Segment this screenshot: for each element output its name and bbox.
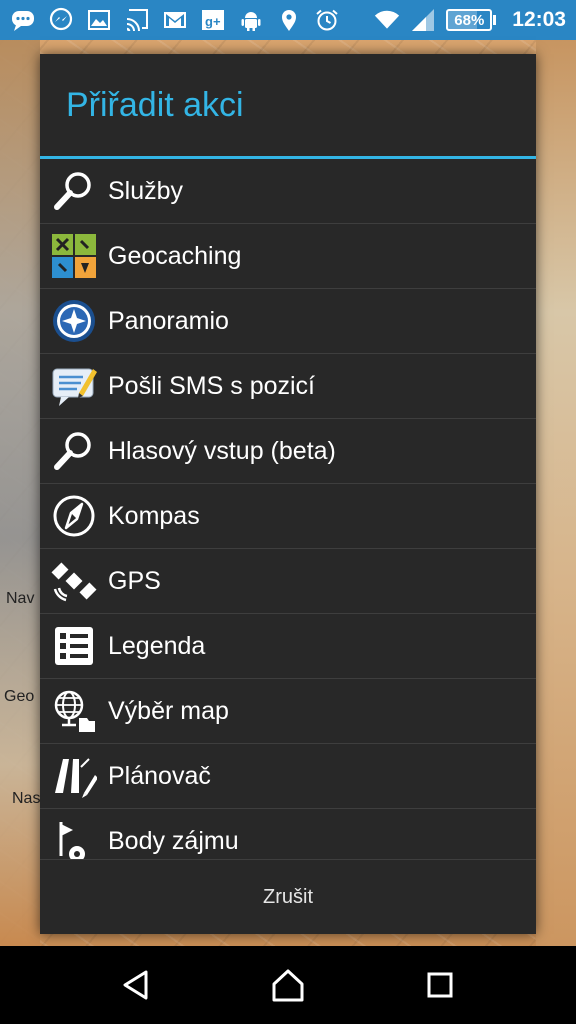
location-pin-icon [276, 7, 302, 33]
messenger-icon [48, 7, 74, 33]
list-item-label: Body zájmu [108, 826, 239, 855]
satellite-icon [40, 549, 108, 614]
navigation-bar [0, 946, 576, 1024]
geocaching-icon [40, 224, 108, 289]
search-icon [40, 159, 108, 224]
sms-icon [40, 354, 108, 419]
list-item-label: Pošli SMS s pozicí [108, 371, 316, 400]
recents-icon [427, 972, 453, 998]
list-item-legenda[interactable]: Legenda [40, 614, 536, 679]
list-item-label: Kompas [108, 501, 200, 530]
list-item-voice-input[interactable]: Hlasový vstup (beta) [40, 419, 536, 484]
battery-percent: 68% [454, 11, 485, 29]
map-label: Geo [4, 688, 35, 705]
battery-tip [493, 15, 497, 25]
list-item-gps[interactable]: GPS [40, 549, 536, 614]
signal-icon [410, 7, 436, 33]
list-item-label: Hlasový vstup (beta) [108, 436, 336, 465]
legend-list-icon [40, 614, 108, 679]
image-icon [86, 7, 112, 33]
list-item-label: Geocaching [108, 241, 242, 270]
globe-icon [40, 679, 108, 744]
list-item-map-selection[interactable]: Výběr map [40, 679, 536, 744]
dialog-title: Přiřadit akci [66, 85, 244, 124]
poi-icon [40, 809, 108, 859]
list-item-planner[interactable]: Plánovač [40, 744, 536, 809]
map-left-edge [0, 40, 40, 946]
list-item-label: Plánovač [108, 761, 211, 790]
list-item-geocaching[interactable]: Geocaching [40, 224, 536, 289]
recents-button[interactable] [410, 955, 470, 1015]
list-item-sms[interactable]: Pošli SMS s pozicí [40, 354, 536, 419]
list-item-label: Panoramio [108, 306, 229, 335]
google-plus-icon: g+ [200, 7, 226, 33]
route-planner-icon [40, 744, 108, 809]
map-right-edge [536, 40, 576, 946]
assign-action-dialog: Přiřadit akci Služby Geocaching Panorami… [40, 54, 536, 934]
search-icon [40, 419, 108, 484]
chat-bubble-icon [10, 7, 36, 33]
clock: 12:03 [512, 8, 566, 31]
back-icon [123, 970, 148, 1000]
map-label: Nas [12, 790, 41, 807]
back-button[interactable] [106, 955, 166, 1015]
action-list[interactable]: Služby Geocaching Panoramio Pošli SMS s … [40, 159, 536, 859]
list-item-poi[interactable]: Body zájmu [40, 809, 536, 859]
status-bar: g+ 68% 12:03 [0, 0, 576, 40]
wifi-icon [374, 7, 400, 33]
cast-icon [124, 7, 150, 33]
android-icon [238, 7, 264, 33]
svg-text:g+: g+ [205, 14, 221, 29]
alarm-icon [314, 7, 340, 33]
home-button[interactable] [258, 955, 318, 1015]
gmail-icon [162, 7, 188, 33]
home-icon [272, 969, 304, 1002]
battery-indicator: 68% [446, 9, 493, 31]
map-label: Nav [6, 590, 35, 607]
list-item-kompas[interactable]: Kompas [40, 484, 536, 549]
list-item-label: Služby [108, 176, 184, 205]
cancel-button[interactable]: Zrušit [40, 859, 536, 934]
list-item-label: Výběr map [108, 696, 229, 725]
list-item-label: GPS [108, 566, 161, 595]
list-item-label: Legenda [108, 631, 206, 660]
list-item-panoramio[interactable]: Panoramio [40, 289, 536, 354]
panoramio-icon [40, 289, 108, 354]
list-item-sluzby[interactable]: Služby [40, 159, 536, 224]
compass-icon [40, 484, 108, 549]
